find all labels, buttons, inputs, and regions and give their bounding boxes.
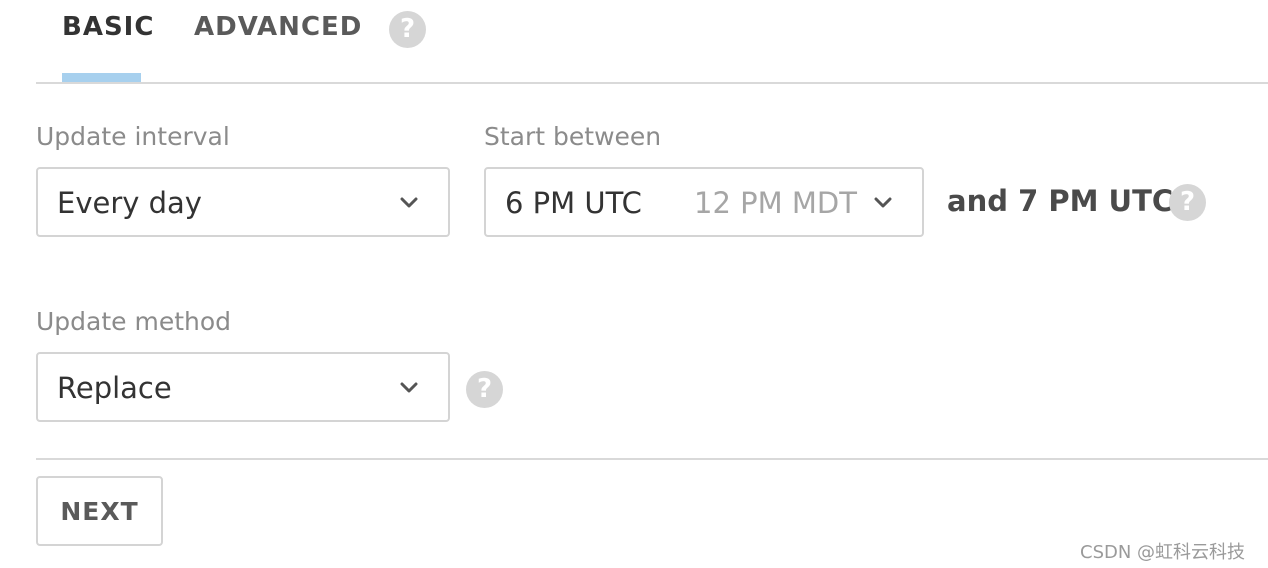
update-interval-select[interactable]: Every day [36, 167, 450, 237]
update-interval-value: Every day [57, 186, 202, 220]
next-button[interactable]: NEXT [36, 476, 163, 546]
chevron-down-icon [400, 382, 418, 394]
watermark-text: CSDN @虹科云科技 [1080, 542, 1246, 563]
tab-bar: BASIC ADVANCED [36, 0, 1268, 84]
update-method-value: Replace [57, 371, 172, 405]
tab-basic[interactable]: BASIC [62, 12, 154, 42]
local-time-value: 12 PM MDT [694, 186, 857, 220]
start-between-label: Start between [484, 122, 662, 151]
update-interval-label: Update interval [36, 122, 230, 151]
start-time-select[interactable]: 6 PM UTC 12 PM MDT [484, 167, 924, 237]
update-method-label: Update method [36, 307, 232, 336]
end-time-text: and 7 PM UTC [947, 184, 1174, 218]
update-method-select[interactable]: Replace [36, 352, 450, 422]
tab-advanced[interactable]: ADVANCED [194, 12, 362, 42]
chevron-down-icon [400, 197, 418, 209]
active-tab-indicator [62, 73, 141, 82]
start-time-value: 6 PM UTC [505, 186, 642, 220]
start-time-help-icon[interactable]: ? [1169, 184, 1206, 221]
tabs-help-icon[interactable]: ? [389, 11, 426, 48]
update-method-help-icon[interactable]: ? [466, 371, 503, 408]
footer-divider [36, 458, 1268, 460]
chevron-down-icon [874, 197, 892, 209]
